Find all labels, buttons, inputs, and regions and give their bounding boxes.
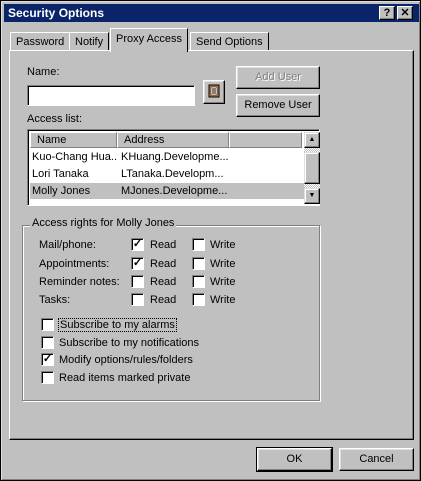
read-private-checkbox[interactable] (41, 371, 54, 384)
table-row[interactable]: Kuo-Chang Hua... KHuang.Developme... (30, 149, 304, 165)
column-header-address[interactable]: Address (117, 132, 229, 148)
tab-send-options[interactable]: Send Options (190, 32, 269, 52)
reminder-notes-write-checkbox[interactable] (192, 275, 205, 288)
title-bar[interactable]: Security Options ? ✕ (4, 4, 419, 22)
write-label: Write (210, 294, 236, 306)
reminder-notes-label: Reminder notes: (39, 276, 120, 288)
list-scrollbar[interactable]: ▲ ▼ (304, 132, 320, 204)
subscribe-alarms-label[interactable]: Subscribe to my alarms (58, 318, 177, 332)
mail-phone-read-checkbox[interactable]: ✓ (131, 238, 144, 251)
name-label: Name: (27, 66, 60, 78)
tab-password[interactable]: Password (10, 32, 71, 52)
table-row-selected[interactable]: Molly Jones MJones.Developme... (30, 183, 304, 199)
modify-options-label[interactable]: Modify options/rules/folders (59, 354, 193, 366)
access-list-label: Access list: (27, 113, 83, 125)
appointments-label: Appointments: (39, 258, 110, 270)
write-label: Write (210, 276, 236, 288)
help-button[interactable]: ? (379, 6, 395, 20)
window-title: Security Options (8, 6, 105, 20)
row-address: KHuang.Developme... (121, 151, 229, 163)
row-name: Kuo-Chang Hua... (32, 151, 118, 163)
row-name: Lori Tanaka (32, 168, 89, 180)
reminder-notes-read-checkbox[interactable] (131, 275, 144, 288)
name-input[interactable] (27, 85, 195, 106)
access-rights-title: Access rights for Molly Jones (30, 217, 177, 229)
row-address: LTanaka.Developm... (121, 168, 224, 180)
read-label: Read (150, 276, 177, 288)
subscribe-notifications-label[interactable]: Subscribe to my notifications (59, 337, 199, 349)
ok-button[interactable]: OK (256, 447, 333, 472)
add-user-button[interactable]: Add User (236, 66, 320, 89)
read-label: Read (150, 239, 177, 251)
scroll-up-icon[interactable]: ▲ (304, 132, 320, 148)
tasks-label: Tasks: (39, 294, 71, 306)
security-options-dialog: Security Options ? ✕ Password Notify Pro… (0, 0, 421, 481)
proxy-access-panel: Name: Add User Remove User Access list: … (9, 50, 414, 440)
row-name: Molly Jones (32, 185, 91, 197)
modify-options-checkbox[interactable]: ✓ (41, 353, 54, 366)
mail-phone-label: Mail/phone: (39, 239, 96, 251)
subscribe-alarms-checkbox[interactable] (41, 318, 54, 331)
close-button[interactable]: ✕ (397, 6, 413, 20)
scroll-down-icon[interactable]: ▼ (304, 188, 320, 204)
access-list[interactable]: Name Address Kuo-Chang Hua... KHuang.Dev… (27, 129, 320, 206)
tasks-read-checkbox[interactable] (131, 293, 144, 306)
appointments-write-checkbox[interactable] (192, 257, 205, 270)
read-label: Read (150, 294, 177, 306)
subscribe-notifications-checkbox[interactable] (41, 336, 54, 349)
column-header-name[interactable]: Name (30, 132, 117, 148)
write-label: Write (210, 239, 236, 251)
write-label: Write (210, 258, 236, 270)
mail-phone-write-checkbox[interactable] (192, 238, 205, 251)
appointments-read-checkbox[interactable]: ✓ (131, 257, 144, 270)
remove-user-button[interactable]: Remove User (236, 94, 320, 117)
row-address: MJones.Developme... (121, 185, 228, 197)
scroll-thumb[interactable] (304, 152, 320, 184)
table-row[interactable]: Lori Tanaka LTanaka.Developm... (30, 166, 304, 182)
tab-notify[interactable]: Notify (69, 32, 110, 52)
tasks-write-checkbox[interactable] (192, 293, 205, 306)
tab-proxy-access[interactable]: Proxy Access (110, 28, 189, 52)
column-header-blank (229, 132, 302, 148)
read-private-label[interactable]: Read items marked private (59, 372, 190, 384)
read-label: Read (150, 258, 177, 270)
cancel-button[interactable]: Cancel (339, 448, 414, 471)
address-book-icon (208, 84, 220, 98)
address-book-button[interactable] (203, 80, 225, 104)
